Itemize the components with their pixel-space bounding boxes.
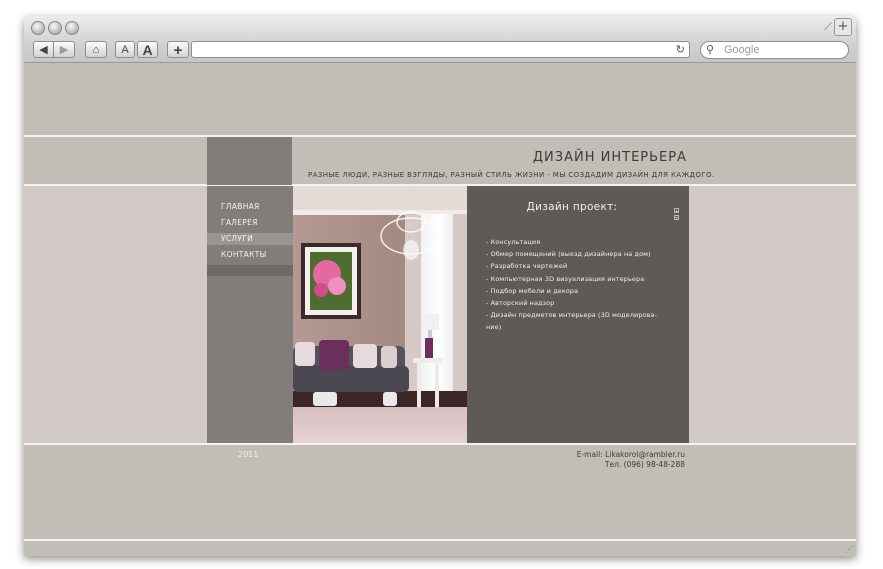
scroll-up-icon[interactable]: ▴ xyxy=(674,208,679,213)
service-item: - Дизайн предметов интерьера (3D моделир… xyxy=(486,311,658,320)
minimize-window-button[interactable] xyxy=(48,21,62,35)
service-item: - Консультация xyxy=(486,238,541,246)
services-panel: Дизайн проект: ▴ ▾ - Консультация - Обме… xyxy=(467,186,689,443)
search-field[interactable]: ⚲ Google xyxy=(700,41,849,59)
scroll-down-icon[interactable]: ▾ xyxy=(674,215,679,220)
top-band xyxy=(24,63,856,135)
text-smaller-button[interactable]: A xyxy=(115,41,135,58)
reload-icon[interactable]: ↻ xyxy=(676,42,685,58)
home-button[interactable]: ⌂ xyxy=(85,41,107,58)
interior-photo xyxy=(293,186,467,443)
panel-title: Дизайн проект: xyxy=(526,201,618,213)
footer-band xyxy=(24,445,856,539)
back-button[interactable]: ◀ xyxy=(33,41,54,58)
close-window-button[interactable] xyxy=(31,21,45,35)
service-item: ние) xyxy=(486,323,502,332)
divider-line xyxy=(24,539,856,541)
site-tagline: РАЗНЫЕ ЛЮДИ, РАЗНЫЕ ВЗГЛЯДЫ, РАЗНЫЙ СТИЛ… xyxy=(308,171,715,179)
nav-item-gallery[interactable]: ГАЛЕРЕЯ xyxy=(207,217,293,229)
text-bigger-button[interactable]: A xyxy=(137,41,158,58)
nav-item-home[interactable]: ГЛАВНАЯ xyxy=(207,201,293,213)
forward-arrow-icon: ▶ xyxy=(59,44,69,56)
footer-year: 2011 xyxy=(238,450,259,459)
resize-grip-icon: ⟋ xyxy=(824,20,832,33)
nav-item-services[interactable]: УСЛУГИ xyxy=(207,233,293,245)
search-placeholder: Google xyxy=(724,44,760,56)
zoom-window-button[interactable] xyxy=(65,21,79,35)
nav-item-contacts[interactable]: КОНТАКТЫ xyxy=(207,249,293,261)
service-item: - Авторский надзор xyxy=(486,299,555,308)
new-tab-button[interactable]: + xyxy=(834,18,852,36)
service-item: - Подбор мебели и декора xyxy=(486,286,579,295)
nav-bottom-strip xyxy=(207,265,293,276)
address-bar[interactable]: ↻ xyxy=(191,41,690,58)
service-item: - Разработка чертежей xyxy=(486,262,568,271)
side-navigation: ГЛАВНАЯ ГАЛЕРЕЯ УСЛУГИ КОНТАКТЫ xyxy=(207,186,293,443)
service-item: - Обмер помещений (выезд дизайнера на до… xyxy=(486,250,651,259)
browser-toolbar: ⟋ + ◀ ▶ ⌂ A A + ↻ ⚲ Google xyxy=(24,16,856,63)
services-list: - Консультация - Обмер помещений (выезд … xyxy=(486,236,681,334)
footer-phone: Тел. (096) 98-48-288 xyxy=(604,460,685,469)
back-arrow-icon: ◀ xyxy=(39,44,48,56)
header-logo-block xyxy=(207,137,292,185)
home-icon: ⌂ xyxy=(92,44,100,56)
search-icon: ⚲ xyxy=(706,43,715,56)
footer-email[interactable]: E-mail: Likakorol@rambler.ru xyxy=(504,450,685,459)
service-item: - Компьютерная 3D визуализация интерьера xyxy=(486,274,645,283)
browser-window: ⟋ + ◀ ▶ ⌂ A A + ↻ ⚲ Google ДИЗАЙН ИНТЕРЬ… xyxy=(24,16,856,556)
add-bookmark-button[interactable]: + xyxy=(167,41,189,59)
plus-icon: + xyxy=(837,19,849,34)
site-title: ДИЗАЙН ИНТЕРЬЕРА xyxy=(532,150,687,165)
forward-button[interactable]: ▶ xyxy=(54,41,75,58)
window-resize-icon[interactable]: ⋰ xyxy=(845,545,854,554)
web-page: ДИЗАЙН ИНТЕРЬЕРА РАЗНЫЕ ЛЮДИ, РАЗНЫЕ ВЗГ… xyxy=(24,63,856,556)
